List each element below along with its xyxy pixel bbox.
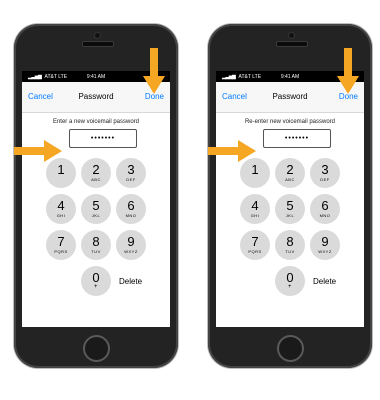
key-letters: ABC (285, 177, 295, 182)
key-letters: JKL (91, 213, 101, 218)
key-digit: 5 (92, 198, 100, 213)
screen: ▂▃▅▆ AT&T LTE 9:41 AM Cancel Password Do… (216, 71, 364, 327)
arrow-down-icon (143, 48, 165, 94)
key-9[interactable]: 9 WXYZ (116, 230, 146, 260)
arrow-right-icon (208, 140, 256, 162)
key-0[interactable]: 0 + (81, 266, 111, 296)
key-letters: ABC (91, 177, 101, 182)
key-0[interactable]: 0 + (275, 266, 305, 296)
key-8[interactable]: 8 TUV (275, 230, 305, 260)
key-digit: 6 (127, 198, 135, 213)
key-letters: PQRS (54, 249, 68, 254)
key-letters: DEF (126, 177, 136, 182)
screen: ▂▃▅▆ AT&T LTE 9:41 AM Cancel Password Do… (22, 71, 170, 327)
key-4[interactable]: 4 GHI (46, 194, 76, 224)
key-digit: 3 (127, 162, 135, 177)
key-digit: 0 (92, 270, 100, 285)
key-letters: MNO (319, 213, 331, 218)
key-digit: 3 (321, 162, 329, 177)
key-7[interactable]: 7 PQRS (240, 230, 270, 260)
password-field[interactable]: ••••••• (69, 129, 137, 148)
keypad: 1 2 ABC 3 DEF 4 GHI 5 JKL 6 MNO 7 PQRS 8 TUV 9 WXYZ 0 + Del… (22, 158, 170, 327)
key-digit: 0 (286, 270, 294, 285)
home-button[interactable] (83, 335, 110, 362)
delete-button[interactable]: Delete (119, 277, 142, 286)
key-letters: WXYZ (318, 249, 332, 254)
key-letters: TUV (285, 249, 295, 254)
arrow-down-icon (337, 48, 359, 94)
key-5[interactable]: 5 JKL (81, 194, 111, 224)
key-letters: GHI (56, 213, 66, 218)
key-digit: 8 (286, 234, 294, 249)
key-letters: DEF (320, 177, 330, 182)
front-camera (94, 32, 101, 39)
key-3[interactable]: 3 DEF (310, 158, 340, 188)
key-digit: 4 (251, 198, 259, 213)
key-9[interactable]: 9 WXYZ (310, 230, 340, 260)
key-6[interactable]: 6 MNO (116, 194, 146, 224)
key-digit: 8 (92, 234, 100, 249)
key-2[interactable]: 2 ABC (81, 158, 111, 188)
front-camera (288, 32, 295, 39)
arrow-right-icon (14, 140, 62, 162)
key-1[interactable]: 1 (46, 158, 76, 188)
key-letters: + (287, 284, 292, 290)
key-digit: 9 (321, 234, 329, 249)
key-digit: 9 (127, 234, 135, 249)
key-5[interactable]: 5 JKL (275, 194, 305, 224)
key-3[interactable]: 3 DEF (116, 158, 146, 188)
keypad: 1 2 ABC 3 DEF 4 GHI 5 JKL 6 MNO 7 PQRS 8 TUV 9 WXYZ 0 + Del… (216, 158, 364, 327)
key-letters: WXYZ (124, 249, 138, 254)
password-prompt: Enter a new voicemail password (52, 119, 140, 125)
delete-button[interactable]: Delete (313, 277, 336, 286)
key-letters: GHI (250, 213, 260, 218)
key-letters: PQRS (248, 249, 262, 254)
key-digit: 2 (286, 162, 294, 177)
key-1[interactable]: 1 (240, 158, 270, 188)
key-7[interactable]: 7 PQRS (46, 230, 76, 260)
key-digit: 1 (251, 162, 259, 177)
key-digit: 2 (92, 162, 100, 177)
key-digit: 1 (57, 162, 65, 177)
key-letters: + (93, 284, 98, 290)
key-letters: TUV (91, 249, 101, 254)
key-digit: 7 (251, 234, 259, 249)
key-digit: 4 (57, 198, 65, 213)
key-6[interactable]: 6 MNO (310, 194, 340, 224)
key-letters: MNO (125, 213, 137, 218)
earpiece-speaker (276, 41, 308, 47)
key-4[interactable]: 4 GHI (240, 194, 270, 224)
key-2[interactable]: 2 ABC (275, 158, 305, 188)
password-field[interactable]: ••••••• (263, 129, 331, 148)
password-prompt: Re-enter new voicemail password (244, 119, 336, 125)
key-digit: 6 (321, 198, 329, 213)
earpiece-speaker (82, 41, 114, 47)
key-digit: 5 (286, 198, 294, 213)
home-button[interactable] (277, 335, 304, 362)
key-digit: 7 (57, 234, 65, 249)
key-8[interactable]: 8 TUV (81, 230, 111, 260)
key-letters: JKL (285, 213, 295, 218)
